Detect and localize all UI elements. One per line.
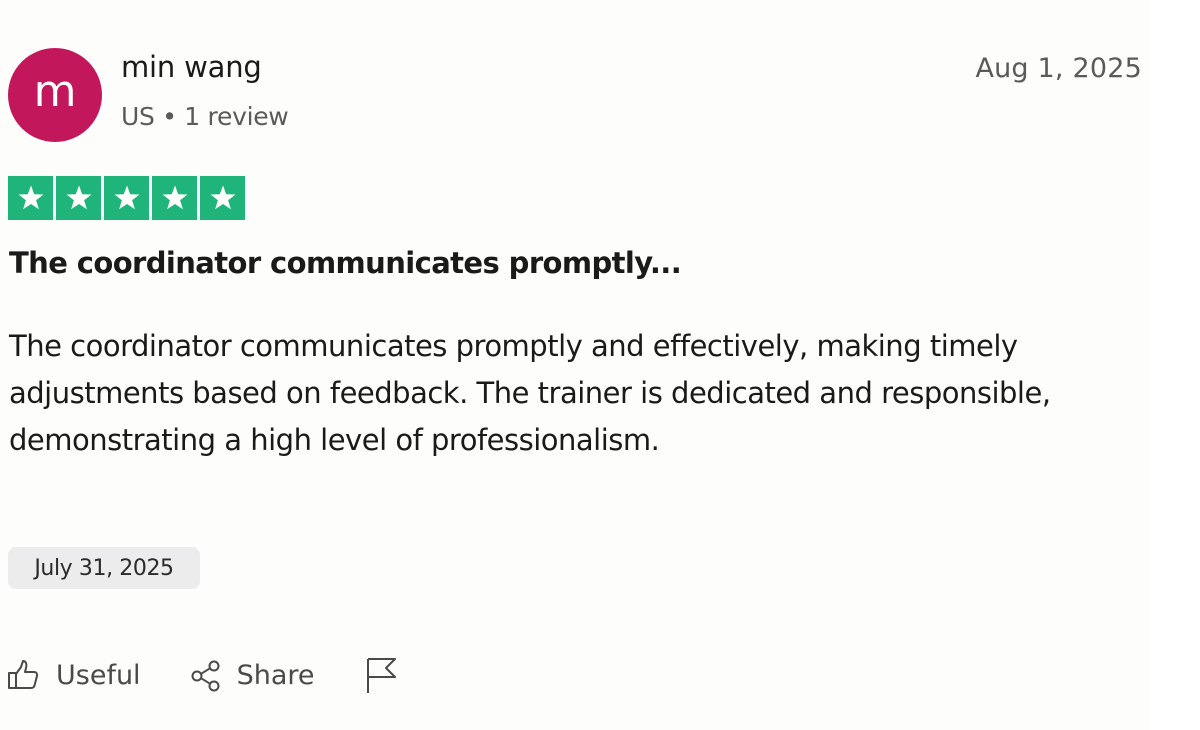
review-date: Aug 1, 2025: [975, 53, 1142, 84]
experience-date-badge: July 31, 2025: [8, 547, 200, 589]
reviewer-name[interactable]: min wang: [121, 50, 262, 84]
report-button[interactable]: [364, 655, 400, 695]
share-button[interactable]: Share: [189, 658, 315, 692]
star-icon: [200, 176, 245, 220]
page-edge: [1150, 0, 1200, 730]
avatar-initial: m: [33, 66, 77, 117]
star-icon: [152, 176, 197, 220]
thumbs-up-icon: [8, 660, 39, 689]
star-icon: [104, 176, 149, 220]
share-label: Share: [236, 659, 315, 691]
star-rating: [8, 176, 245, 220]
useful-label: Useful: [56, 659, 141, 691]
review-actions: Useful Share: [6, 652, 400, 698]
useful-button[interactable]: Useful: [6, 658, 141, 692]
avatar[interactable]: m: [8, 48, 102, 142]
star-icon: [56, 176, 101, 220]
review-body: The coordinator communicates promptly an…: [9, 329, 1051, 457]
review-title[interactable]: The coordinator communicates promptly...: [9, 246, 682, 280]
share-icon: [191, 660, 220, 692]
flag-icon: [367, 658, 397, 693]
reviewer-meta: US • 1 review: [121, 102, 289, 131]
star-icon: [8, 176, 53, 220]
